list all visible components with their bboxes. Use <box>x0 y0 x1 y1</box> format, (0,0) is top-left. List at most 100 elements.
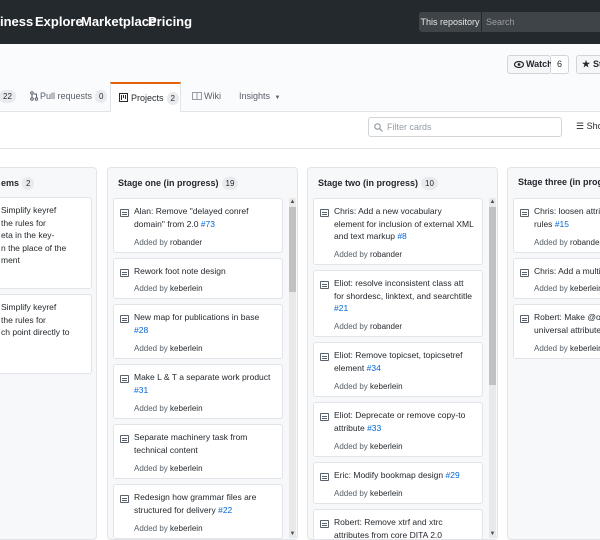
watch-count[interactable]: 6 <box>551 55 569 74</box>
column-stage-one: Stage one (in progress) 19 Alan: Remove "… <box>107 167 298 540</box>
search-icon <box>374 123 383 132</box>
issue-link[interactable]: #31 <box>134 385 148 395</box>
issue-link[interactable]: #73 <box>201 219 215 229</box>
note-icon <box>520 209 529 217</box>
card-title: Robert: Remove xtrf and xtrc attributes … <box>334 517 443 540</box>
eye-icon <box>514 61 524 68</box>
project-card[interactable]: New map for publications in base #28 Add… <box>113 304 283 359</box>
wiki-label: Wiki <box>204 91 221 101</box>
tab-projects[interactable]: Projects 2 <box>110 82 181 113</box>
author-link[interactable]: keberlein <box>370 442 402 451</box>
project-card[interactable]: Redesign how grammar files are structure… <box>113 484 283 539</box>
issue-link[interactable]: #8 <box>397 231 406 241</box>
column-title: ems <box>1 178 20 188</box>
filter-cards-input[interactable]: Filter cards <box>368 117 562 137</box>
scroll-down-arrow[interactable]: ▼ <box>489 530 496 538</box>
card-title: Robert: Make @out universal attribute <box>534 312 600 335</box>
column-header: Stage one (in progress) 19 <box>118 177 239 190</box>
column-count: 2 <box>22 177 35 190</box>
added-by: Added by keberlein <box>134 464 203 473</box>
column-scrollbar[interactable]: ▲ ▼ <box>489 198 496 538</box>
project-card[interactable]: Eliot: resolve inconsistent class att fo… <box>313 270 483 337</box>
insights-label: Insights <box>239 91 271 101</box>
search-input[interactable]: Search <box>481 12 600 32</box>
added-by: Added by keberlein <box>534 284 600 293</box>
project-card[interactable]: Eliot: Remove topicset, topicsetref elem… <box>313 342 483 397</box>
note-icon <box>120 269 129 277</box>
card-title: Eliot: Remove topicset, topicsetref elem… <box>334 350 463 373</box>
issue-link[interactable]: #15 <box>555 219 569 229</box>
nav-marketplace[interactable]: Marketplace <box>81 14 156 29</box>
issue-link[interactable]: #21 <box>334 303 348 313</box>
author-link[interactable]: robander <box>570 238 600 247</box>
column-title: Stage three (in progress) <box>518 177 600 187</box>
issue-link[interactable]: #22 <box>218 505 232 515</box>
project-card[interactable]: Separate machinery task from technical c… <box>113 424 283 479</box>
column-count: 19 <box>221 177 239 190</box>
column-stage-three: Stage three (in progress) Chris: loosen … <box>507 167 600 540</box>
project-card[interactable]: Chris: Add a new vocabulary element for … <box>313 198 483 265</box>
column-header: Stage two (in progress) 10 <box>318 177 438 190</box>
added-by: Added by keberlein <box>134 284 203 293</box>
tab-issues[interactable]: 22 <box>0 82 16 112</box>
author-link[interactable]: keberlein <box>170 404 202 413</box>
scroll-thumb[interactable] <box>489 207 496 385</box>
project-card[interactable]: Chris: loosen attribu rules #15 Added by… <box>513 198 600 253</box>
tab-wiki[interactable]: Wiki <box>192 82 221 112</box>
scroll-thumb[interactable] <box>289 207 296 292</box>
author-link[interactable]: keberlein <box>170 344 202 353</box>
added-by: Added by keberlein <box>134 524 203 533</box>
scroll-up-arrow[interactable]: ▲ <box>289 198 296 206</box>
author-link[interactable]: keberlein <box>370 489 402 498</box>
added-by: Added by robander <box>334 322 403 331</box>
column-scrollbar[interactable]: ▲ ▼ <box>289 198 296 538</box>
project-card[interactable]: Simplify keyref the rules for eta in the… <box>0 197 92 289</box>
star-label: St <box>593 59 600 69</box>
issue-link[interactable]: #29 <box>446 470 460 480</box>
author-link[interactable]: keberlein <box>170 524 202 533</box>
divider <box>0 148 600 149</box>
author-link[interactable]: keberlein <box>170 284 202 293</box>
card-title: Make L & T a separate work product #31 <box>134 372 271 395</box>
column-stage-two: Stage two (in progress) 10 Chris: Add a n… <box>307 167 498 540</box>
watch-button[interactable]: Watch <box>507 55 553 74</box>
note-icon <box>320 281 329 289</box>
scroll-down-arrow[interactable]: ▼ <box>289 530 296 538</box>
search-scope[interactable]: This repository <box>419 12 481 32</box>
card-title: Chris: loosen attribu rules #15 <box>534 206 600 229</box>
author-link[interactable]: keberlein <box>170 464 202 473</box>
tab-pull-requests[interactable]: Pull requests 0 <box>30 82 108 112</box>
added-by: Added by robander <box>334 250 403 259</box>
project-card[interactable]: Chris: Add a multim Added by keberlein <box>513 258 600 299</box>
scroll-up-arrow[interactable]: ▲ <box>489 198 496 206</box>
project-card[interactable]: Eliot: Deprecate or remove copy-to attri… <box>313 402 483 457</box>
project-card[interactable]: Eric: Modify bookmap design #29 Added by… <box>313 462 483 504</box>
show-menu-label: Show <box>586 121 600 131</box>
project-card[interactable]: Make L & T a separate work product #31 A… <box>113 364 283 419</box>
author-link[interactable]: robander <box>370 322 402 331</box>
card-title: Eliot: Deprecate or remove copy-to attri… <box>334 410 466 433</box>
project-card[interactable]: Robert: Remove xtrf and xtrc attributes … <box>313 509 483 540</box>
nav-pricing[interactable]: Pricing <box>148 14 192 29</box>
note-icon <box>320 413 329 421</box>
star-button[interactable]: ★ St <box>576 55 600 74</box>
nav-explore[interactable]: Explore <box>35 14 83 29</box>
card-title: Chris: Add a new vocabulary element for … <box>334 206 474 241</box>
issue-link[interactable]: #33 <box>367 423 381 433</box>
added-by: Added by keberlein <box>334 489 403 498</box>
project-card[interactable]: Simplify keyref the rules for ch point d… <box>0 294 92 374</box>
column-items: ems 2 Simplify keyref the rules for eta i… <box>0 167 97 540</box>
project-card[interactable]: Alan: Remove "delayed conref domain" fro… <box>113 198 283 253</box>
nav-business[interactable]: iness <box>0 14 33 29</box>
author-link[interactable]: keberlein <box>570 344 600 353</box>
author-link[interactable]: keberlein <box>370 382 402 391</box>
show-menu-button[interactable]: ☰ Show <box>576 121 600 132</box>
issue-link[interactable]: #34 <box>367 363 381 373</box>
author-link[interactable]: robander <box>170 238 202 247</box>
project-card[interactable]: Rework foot note design Added by keberle… <box>113 258 283 299</box>
project-card[interactable]: Robert: Make @out universal attribute Ad… <box>513 304 600 359</box>
issue-link[interactable]: #28 <box>134 325 148 335</box>
tab-insights[interactable]: Insights ▼ <box>239 82 281 112</box>
author-link[interactable]: keberlein <box>570 284 600 293</box>
author-link[interactable]: robander <box>370 250 402 259</box>
